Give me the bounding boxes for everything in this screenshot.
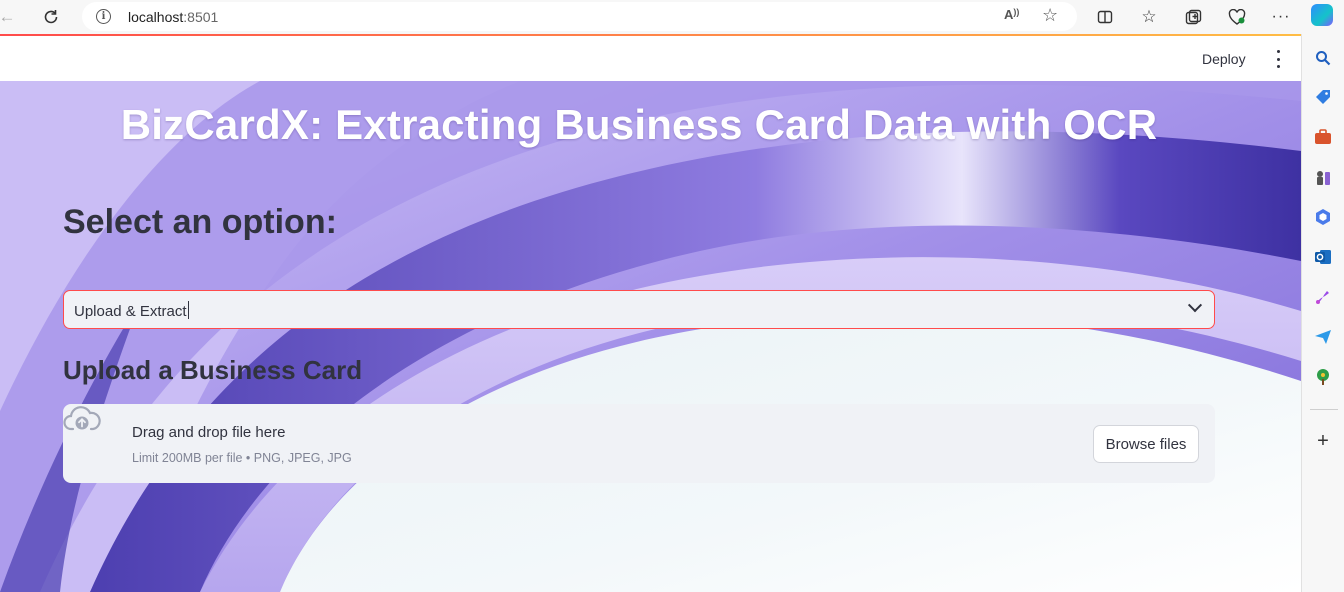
sidebar-divider [1310,409,1338,410]
wallpaper-decoration [0,81,1301,592]
split-screen-icon[interactable] [1092,4,1118,30]
page-viewport: Deploy BizCardX: Extracting Business Car… [0,34,1301,592]
read-aloud-icon[interactable]: A)) [1004,7,1019,22]
copilot-icon[interactable] [1311,4,1333,26]
favorite-icon[interactable]: ☆ [1042,5,1058,26]
games-icon[interactable] [1313,167,1333,187]
chevron-down-icon[interactable] [1187,298,1203,313]
select-heading: Select an option: [63,203,337,241]
select-value: Upload & Extract [74,301,189,320]
tools-icon[interactable] [1313,127,1333,147]
collections-icon[interactable] [1180,4,1206,30]
designer-icon[interactable] [1313,287,1333,307]
kebab-menu-icon[interactable] [1270,50,1286,68]
url-text[interactable]: localhost:8501 [128,9,218,25]
page-title: BizCardX: Extracting Business Card Data … [120,101,1158,148]
favorites-icon[interactable]: ☆ [1136,4,1162,30]
file-uploader-dropzone[interactable]: Drag and drop file here Limit 200MB per … [63,404,1215,483]
back-icon[interactable]: ← [0,4,20,30]
upload-heading: Upload a Business Card [63,355,363,385]
search-icon[interactable] [1313,48,1333,68]
outlook-icon[interactable] [1313,247,1333,267]
address-bar[interactable]: i localhost:8501 A)) ☆ [82,2,1077,31]
app-header: Deploy [0,36,1301,81]
info-icon[interactable]: i [96,9,111,24]
refresh-icon[interactable] [38,4,64,30]
shopping-icon[interactable] [1313,87,1333,107]
add-icon[interactable]: + [1313,430,1333,452]
microsoft-365-icon[interactable] [1313,207,1333,227]
upload-instruction: Drag and drop file here [132,424,286,441]
browser-sidebar: + [1301,34,1344,592]
more-icon[interactable]: ··· [1268,4,1294,30]
upload-limit-text: Limit 200MB per file • PNG, JPEG, JPG [132,451,352,465]
browser-essentials-icon[interactable] [1224,4,1250,30]
send-icon[interactable] [1313,327,1333,347]
cloud-upload-icon [63,406,101,431]
option-select[interactable]: Upload & Extract [63,290,1215,329]
deploy-button[interactable]: Deploy [1202,51,1246,67]
browser-toolbar: ← i localhost:8501 A)) ☆ ☆ ··· [0,0,1344,34]
tree-icon[interactable] [1313,367,1333,387]
browse-files-button[interactable]: Browse files [1093,425,1199,463]
app-background: BizCardX: Extracting Business Card Data … [0,81,1301,592]
